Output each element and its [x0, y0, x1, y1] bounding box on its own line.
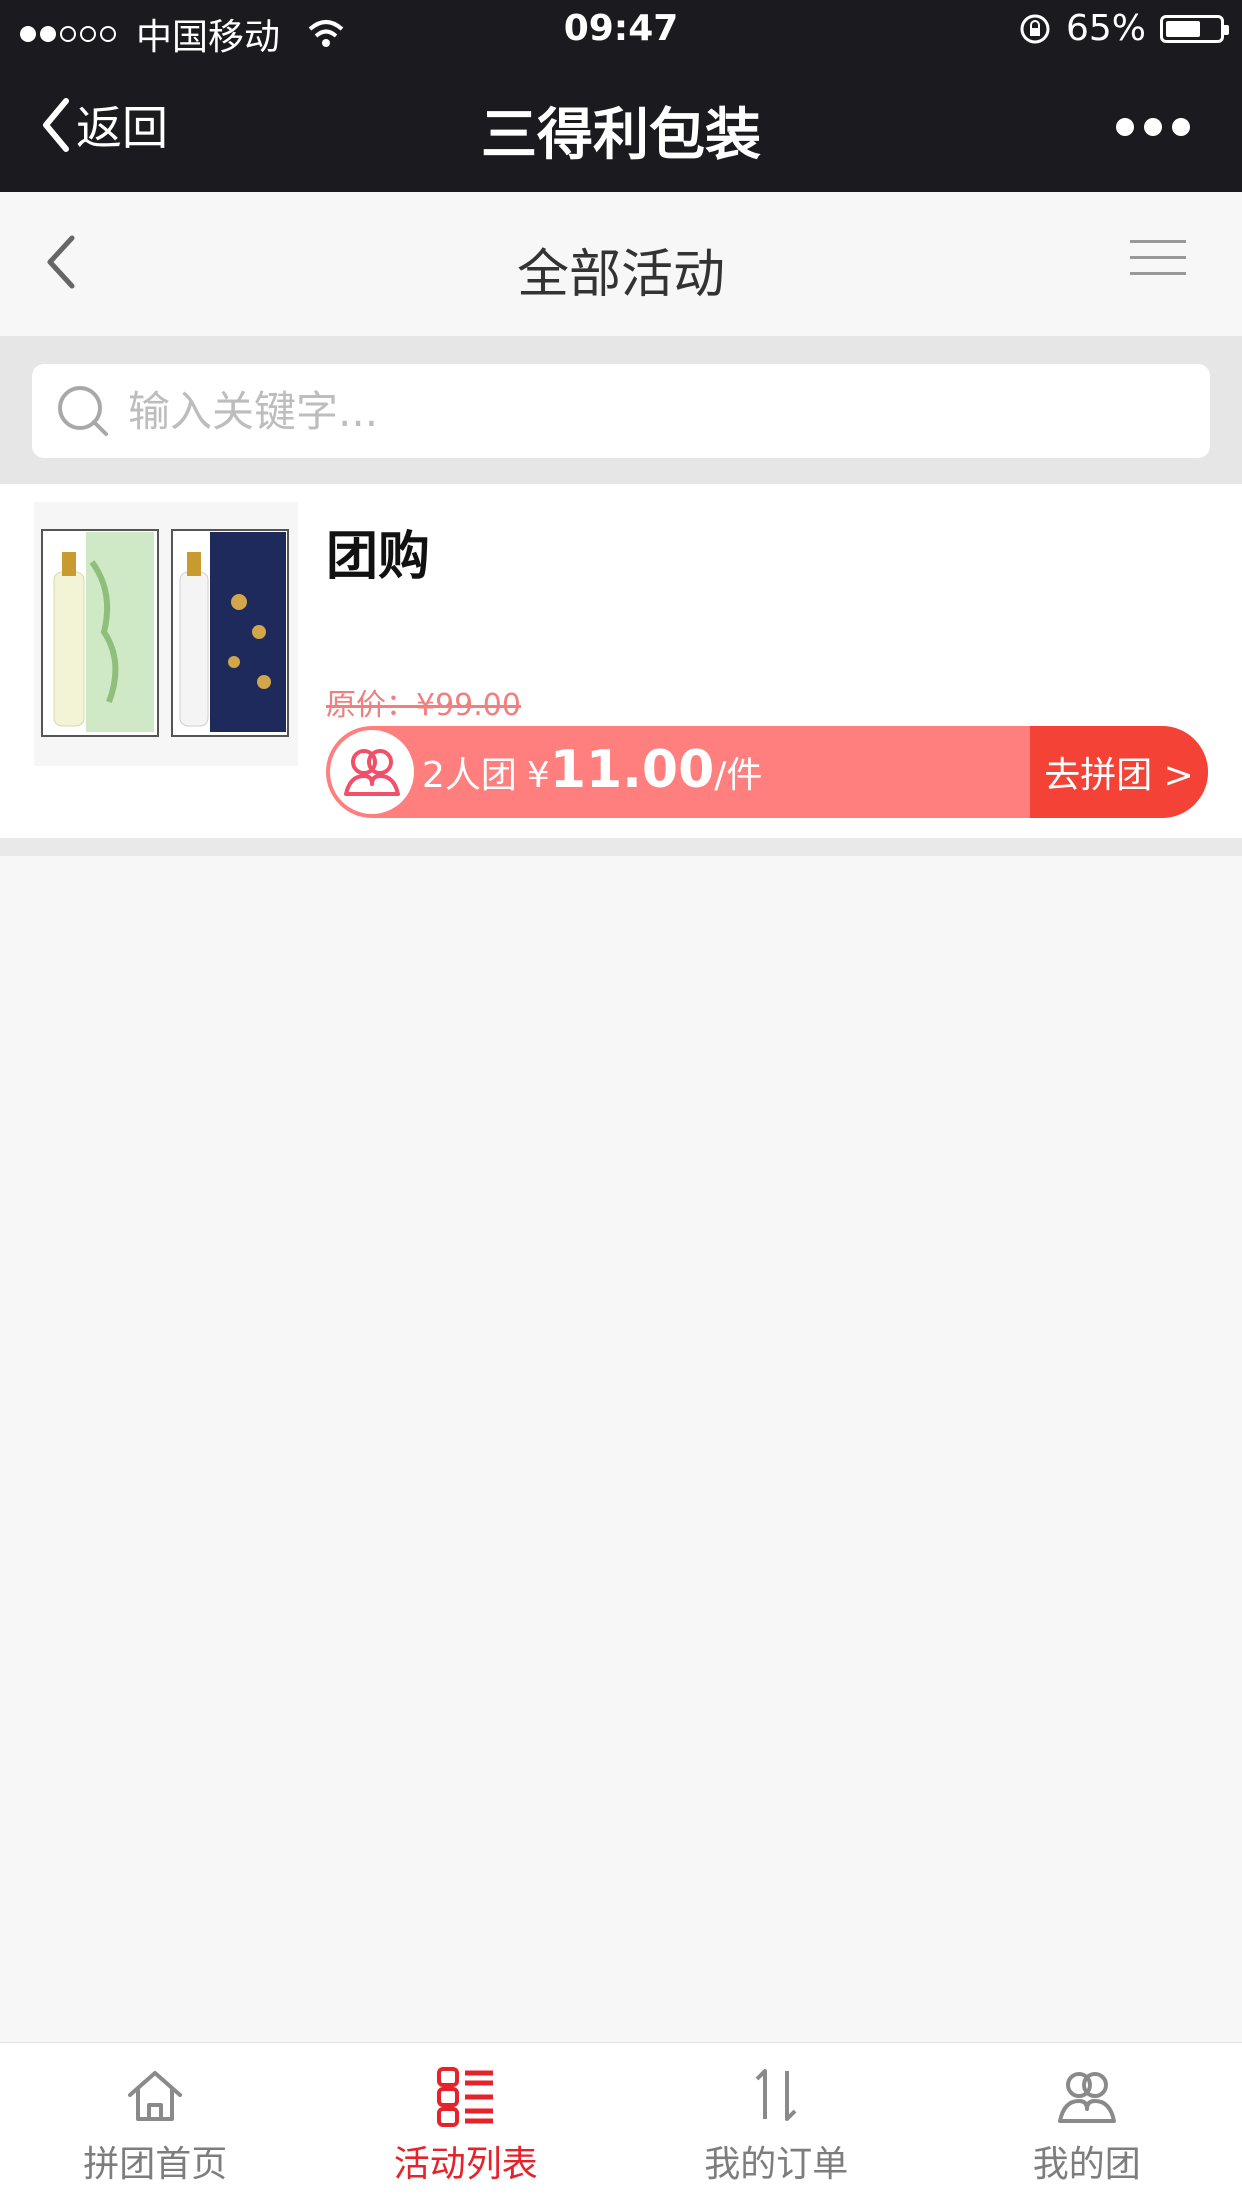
- tab-home[interactable]: 拼团首页: [0, 2043, 311, 2209]
- group-size: 2人团: [422, 746, 517, 798]
- card-divider: [0, 838, 1242, 856]
- rotation-lock-icon: [1018, 12, 1052, 46]
- group-price-text: 2人团 ¥ 11.00 /件: [422, 740, 762, 800]
- tab-my-group[interactable]: 我的团: [932, 2043, 1242, 2209]
- tab-label: 活动列表: [394, 2135, 538, 2187]
- group-icon: [342, 744, 402, 800]
- product-title[interactable]: 团购: [326, 514, 430, 589]
- battery-percent: 65%: [1066, 8, 1146, 49]
- group-price: 11.00: [550, 740, 714, 800]
- group-icon: [1054, 2063, 1120, 2129]
- tab-label: 我的团: [1033, 2135, 1141, 2187]
- menu-icon[interactable]: [1130, 240, 1186, 280]
- search-box: [32, 364, 1210, 458]
- product-card[interactable]: 团购 原价：¥99.00 2人团 ¥ 11.00 /件 去拼团 >: [0, 484, 1242, 838]
- product-photo: [34, 502, 298, 766]
- status-right: 65%: [1018, 8, 1224, 49]
- tab-bar: 拼团首页 活动列表 我的订单 我的团: [0, 2042, 1242, 2209]
- page-title: 三得利包装: [0, 90, 1242, 171]
- currency-symbol: ¥: [527, 755, 550, 796]
- tab-label: 我的订单: [704, 2135, 848, 2187]
- search-input[interactable]: [126, 386, 1170, 437]
- home-icon: [122, 2063, 188, 2129]
- status-bar: 中国移动 09:47 65%: [0, 0, 1242, 64]
- more-button[interactable]: [1116, 118, 1190, 136]
- sort-icon: [743, 2063, 809, 2129]
- tab-activity-list[interactable]: 活动列表: [311, 2043, 622, 2209]
- section-title: 全部活动: [0, 232, 1242, 307]
- original-price: 原价：¥99.00: [326, 680, 521, 724]
- sub-header: 全部活动: [0, 192, 1242, 337]
- group-buy-bar[interactable]: 2人团 ¥ 11.00 /件 去拼团 >: [326, 726, 1208, 818]
- tab-my-orders[interactable]: 我的订单: [621, 2043, 932, 2209]
- group-avatar: [330, 730, 414, 814]
- tab-label: 拼团首页: [83, 2135, 227, 2187]
- search-icon: [54, 382, 112, 440]
- search-bar: [0, 336, 1242, 484]
- battery-icon: [1160, 15, 1224, 43]
- list-icon: [433, 2063, 499, 2129]
- nav-bar: 返回 三得利包装: [0, 64, 1242, 192]
- join-group-button[interactable]: 去拼团 >: [1030, 726, 1208, 818]
- price-unit: /件: [714, 746, 762, 798]
- product-image[interactable]: [34, 502, 298, 766]
